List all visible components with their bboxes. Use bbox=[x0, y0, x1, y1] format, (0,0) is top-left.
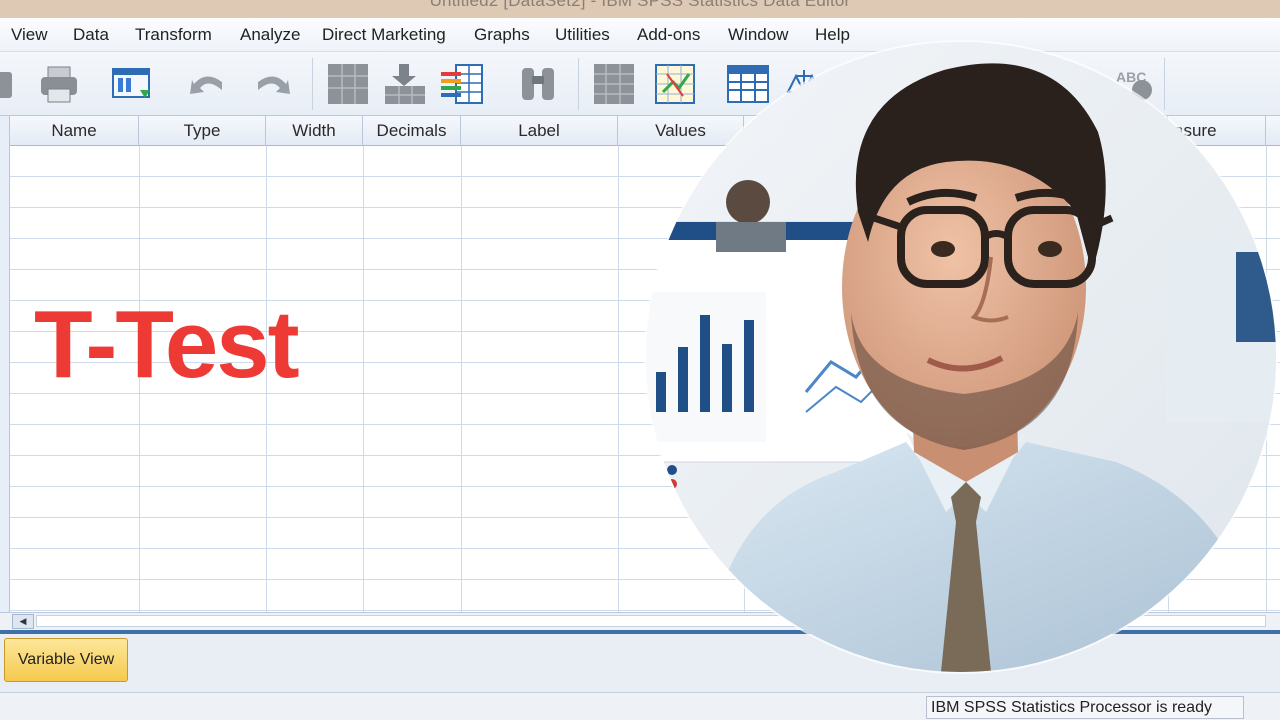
select-cases-icon[interactable] bbox=[653, 62, 697, 106]
grid-column-line bbox=[618, 146, 619, 612]
toolbar-separator bbox=[312, 58, 313, 110]
column-header-values[interactable]: Values bbox=[618, 116, 744, 146]
menu-data[interactable]: Data bbox=[73, 25, 109, 45]
scroll-left-arrow-icon[interactable]: ◀ bbox=[12, 614, 34, 629]
tab-variable-view[interactable]: Variable View bbox=[4, 638, 128, 682]
window-title-bar: Untitled2 [DataSet2] - IBM SPSS Statisti… bbox=[0, 0, 1280, 18]
partial-left-icon[interactable] bbox=[0, 62, 18, 106]
presenter-portrait bbox=[646, 42, 1276, 672]
toolbar-separator bbox=[1164, 58, 1165, 110]
menu-add-ons[interactable]: Add-ons bbox=[637, 25, 700, 45]
row-number-column bbox=[0, 116, 10, 612]
menu-graphs[interactable]: Graphs bbox=[474, 25, 530, 45]
presenter-photo bbox=[646, 42, 1276, 672]
print-icon[interactable] bbox=[37, 62, 81, 106]
redo-icon[interactable] bbox=[250, 62, 294, 106]
goto-variable-icon[interactable] bbox=[383, 62, 427, 106]
recall-dialog-icon[interactable] bbox=[110, 62, 154, 106]
variables-icon[interactable] bbox=[440, 62, 484, 106]
column-header-label[interactable]: Label bbox=[461, 116, 618, 146]
column-header-name[interactable]: Name bbox=[10, 116, 139, 146]
grid-column-line bbox=[363, 146, 364, 612]
menu-utilities[interactable]: Utilities bbox=[555, 25, 610, 45]
menu-bar: View Data Transform Analyze Direct Marke… bbox=[0, 18, 1280, 52]
menu-analyze[interactable]: Analyze bbox=[240, 25, 300, 45]
window-title: Untitled2 [DataSet2] - IBM SPSS Statisti… bbox=[429, 0, 851, 10]
find-icon[interactable] bbox=[516, 62, 560, 106]
overlay-title: T-Test bbox=[34, 291, 300, 398]
value-labels-icon[interactable] bbox=[726, 62, 770, 106]
processor-status: IBM SPSS Statistics Processor is ready bbox=[926, 696, 1244, 719]
undo-icon[interactable] bbox=[186, 62, 230, 106]
menu-help[interactable]: Help bbox=[815, 25, 850, 45]
split-file-icon[interactable] bbox=[592, 62, 636, 106]
goto-case-icon[interactable] bbox=[326, 62, 370, 106]
column-header-width[interactable]: Width bbox=[266, 116, 363, 146]
menu-transform[interactable]: Transform bbox=[135, 25, 212, 45]
menu-window[interactable]: Window bbox=[728, 25, 788, 45]
menu-view[interactable]: View bbox=[11, 25, 48, 45]
grid-column-line bbox=[461, 146, 462, 612]
toolbar-separator bbox=[578, 58, 579, 110]
status-bar: IBM SPSS Statistics Processor is ready bbox=[0, 692, 1280, 720]
column-header-type[interactable]: Type bbox=[139, 116, 266, 146]
menu-direct-marketing[interactable]: Direct Marketing bbox=[322, 25, 446, 45]
column-header-decimals[interactable]: Decimals bbox=[363, 116, 461, 146]
